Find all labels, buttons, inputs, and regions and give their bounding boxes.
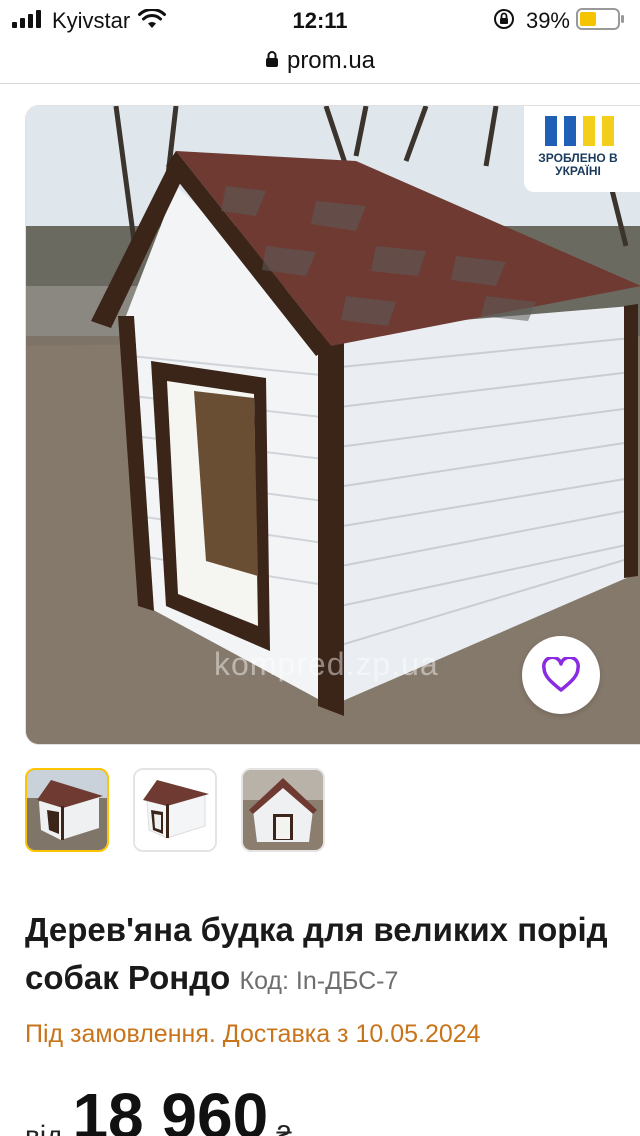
lock-icon <box>265 50 279 73</box>
thumbnail-photo <box>135 770 215 850</box>
url-text: prom.ua <box>286 47 376 74</box>
divider <box>0 83 640 84</box>
product-title: Дерев'яна будка для великих порід собак … <box>25 906 625 1005</box>
heart-icon <box>541 657 581 693</box>
status-bar: Kyivstar 12:11 39% <box>0 0 640 44</box>
product-main-image[interactable]: ЗРОБЛЕНО В УКРАЇНІ kompred.zp.ua <box>25 105 640 745</box>
thumbnail-2[interactable] <box>133 768 217 852</box>
thumbnail-photo <box>243 770 323 850</box>
badge-text: ЗРОБЛЕНО В УКРАЇНІ <box>538 151 618 178</box>
battery-icon <box>576 7 626 35</box>
battery-percent: 39% <box>525 8 570 33</box>
thumbnail-3[interactable] <box>241 768 325 852</box>
watermark: kompred.zp.ua <box>214 646 439 682</box>
thumbnail-strip <box>25 768 349 852</box>
made-in-ukraine-badge: ЗРОБЛЕНО В УКРАЇНІ <box>524 106 640 192</box>
orientation-lock-icon <box>492 7 516 36</box>
ukraine-flag-icon <box>545 116 621 146</box>
product-code: Код: In-ДБС-7 <box>239 967 399 995</box>
add-to-favorites-button[interactable] <box>522 636 600 714</box>
price-currency: ₴ <box>276 1120 292 1136</box>
price-prefix: від <box>25 1120 63 1136</box>
delivery-status: Під замовлення. Доставка з 10.05.2024 <box>25 1020 481 1048</box>
thumbnail-photo <box>27 770 107 850</box>
thumbnail-1[interactable] <box>25 768 109 852</box>
address-bar[interactable]: prom.ua <box>0 40 640 82</box>
price-row: від 18 960 ₴ <box>25 1080 292 1136</box>
price-value: 18 960 <box>72 1080 269 1136</box>
